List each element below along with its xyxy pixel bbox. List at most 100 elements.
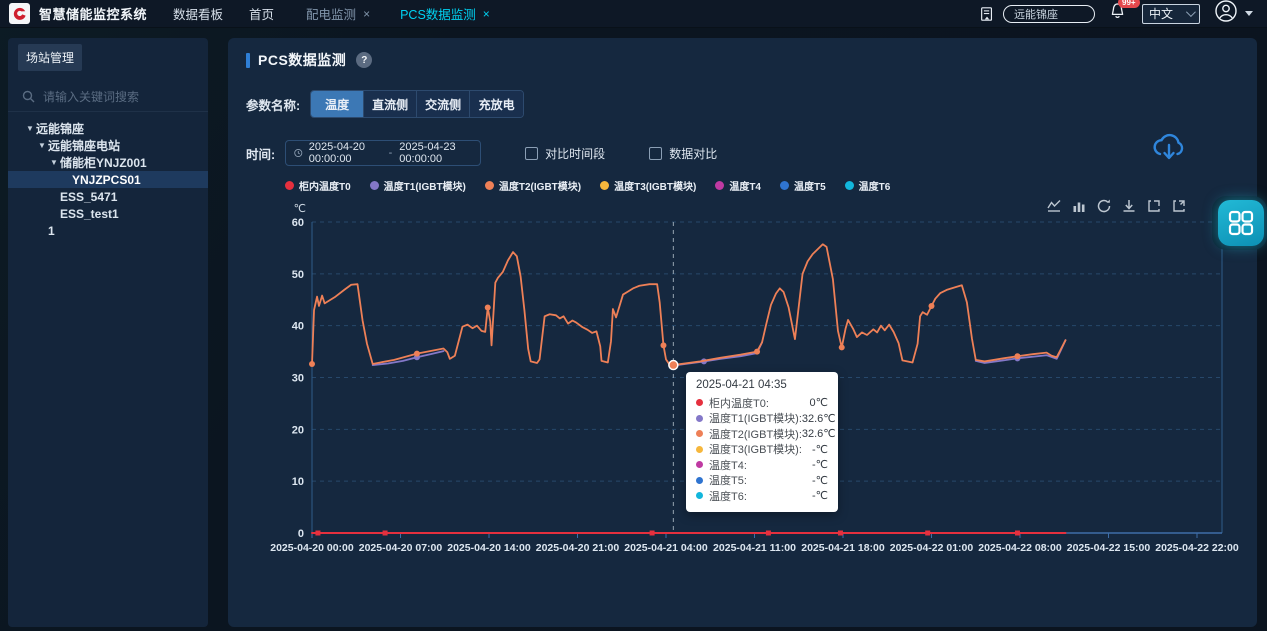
chevron-down-icon <box>1186 7 1196 17</box>
tree-node-远能锦座[interactable]: ▼远能锦座 <box>8 120 208 137</box>
notification-badge: 99+ <box>1118 0 1140 8</box>
tooltip-series-label: 温度T2(IGBT模块): <box>709 426 802 442</box>
legend-label: 温度T2(IGBT模块) <box>499 178 581 193</box>
param-button-温度[interactable]: 温度 <box>311 91 364 117</box>
tree-node-label: 远能锦座 <box>36 120 84 137</box>
tooltip-series-value: -℃ <box>812 443 828 456</box>
avatar-caret-icon[interactable] <box>1245 11 1253 16</box>
tooltip-series-label: 温度T5: <box>709 472 812 488</box>
tooltip-row: 温度T1(IGBT模块):32.6℃ <box>696 411 828 427</box>
param-button-交流侧[interactable]: 交流侧 <box>417 91 470 117</box>
tooltip-rows: 柜内温度T0:0℃温度T1(IGBT模块):32.6℃温度T2(IGBT模块):… <box>696 395 828 504</box>
page-header: PCS数据监测 ? <box>246 50 372 70</box>
date-start-value[interactable]: 2025-04-20 00:00:00 <box>309 141 382 165</box>
legend-item-温度T1(IGBT模块)[interactable]: 温度T1(IGBT模块) <box>370 178 466 193</box>
tree-node-ESS_5471[interactable]: ESS_5471 <box>8 188 208 205</box>
language-selector[interactable]: 中文 <box>1142 4 1200 24</box>
top-menu-item[interactable]: 数据看板 <box>173 4 223 23</box>
legend-item-柜内温度T0[interactable]: 柜内温度T0 <box>285 178 351 193</box>
report-icon[interactable] <box>979 6 995 22</box>
tooltip-dot-icon <box>696 492 703 499</box>
top-menu-item[interactable]: 首页 <box>249 4 274 23</box>
legend-label: 温度T6 <box>859 178 891 193</box>
tooltip-dot-icon <box>696 461 703 468</box>
tooltip-series-value: 32.6℃ <box>802 427 836 440</box>
legend-dot-icon <box>845 181 854 190</box>
notification-bell[interactable]: 99+ <box>1109 2 1126 25</box>
bar-chart-tool-icon[interactable] <box>1071 198 1087 214</box>
tooltip-timestamp: 2025-04-21 04:35 <box>696 379 828 391</box>
tooltip-series-label: 温度T4: <box>709 457 812 473</box>
tree-expand-icon[interactable]: ▼ <box>24 124 36 133</box>
tree-expand-icon[interactable]: ▼ <box>48 158 60 167</box>
app-window: 智慧储能监控系统 数据看板首页 配电监测×PCS数据监测× 99+ 中文 <box>0 0 1267 631</box>
legend-dot-icon <box>780 181 789 190</box>
zoom-reset-tool-icon[interactable] <box>1171 198 1187 214</box>
legend-item-温度T5[interactable]: 温度T5 <box>780 178 826 193</box>
app-grid-button[interactable] <box>1218 200 1264 246</box>
time-row: 时间: 2025-04-20 00:00:00 - 2025-04-23 00:… <box>246 140 717 166</box>
tab-close-icon[interactable]: × <box>483 9 490 19</box>
top-bar: 智慧储能监控系统 数据看板首页 配电监测×PCS数据监测× 99+ 中文 <box>0 0 1267 28</box>
tooltip-series-label: 温度T1(IGBT模块): <box>709 410 802 426</box>
tooltip-row: 温度T2(IGBT模块):32.6℃ <box>696 426 828 442</box>
station-tree: ▼远能锦座▼远能锦座电站▼储能柜YNJZ001YNJZPCS01ESS_5471… <box>8 120 208 239</box>
restore-tool-icon[interactable] <box>1096 198 1112 214</box>
tree-node-label: 储能柜YNJZ001 <box>60 154 147 171</box>
compare-period-checkbox[interactable]: 对比时间段 <box>525 145 605 162</box>
help-icon[interactable]: ? <box>356 52 372 68</box>
tooltip-dot-icon <box>696 430 703 437</box>
legend-dot-icon <box>285 181 294 190</box>
data-zoom-tool-icon[interactable] <box>1146 198 1162 214</box>
legend-label: 温度T1(IGBT模块) <box>384 178 466 193</box>
export-download-button[interactable] <box>1150 130 1188 169</box>
station-sidebar: 场站管理 ▼远能锦座▼远能锦座电站▼储能柜YNJZ001YNJZPCS01ESS… <box>8 38 208 627</box>
legend-label: 温度T5 <box>794 178 826 193</box>
data-compare-label: 数据对比 <box>669 145 717 162</box>
date-range-picker[interactable]: 2025-04-20 00:00:00 - 2025-04-23 00:00:0… <box>285 140 481 166</box>
param-button-直流侧[interactable]: 直流侧 <box>364 91 417 117</box>
tab-close-icon[interactable]: × <box>363 9 370 19</box>
save-image-tool-icon[interactable] <box>1121 198 1137 214</box>
tree-node-远能锦座电站[interactable]: ▼远能锦座电站 <box>8 137 208 154</box>
main-panel: PCS数据监测 ? 参数名称: 温度直流侧交流侧充放电 时间: 2025-04-… <box>228 38 1257 627</box>
open-tabs: 配电监测× PCS数据监测 × <box>306 4 490 23</box>
tree-node-ESS_test1[interactable]: ESS_test1 <box>8 205 208 222</box>
legend-dot-icon <box>715 181 724 190</box>
tooltip-row: 柜内温度T0:0℃ <box>696 395 828 411</box>
compare-period-label: 对比时间段 <box>545 145 605 162</box>
top-tab-label: PCS数据监测 <box>400 4 476 23</box>
top-tab[interactable]: PCS数据监测 × <box>400 4 490 23</box>
clock-icon <box>294 147 303 159</box>
sidebar-tab-station-management[interactable]: 场站管理 <box>18 44 82 71</box>
tree-expand-icon[interactable]: ▼ <box>36 141 48 150</box>
date-end-value[interactable]: 2025-04-23 00:00:00 <box>399 141 472 165</box>
line-chart-tool-icon[interactable] <box>1046 198 1062 214</box>
app-logo <box>9 3 30 24</box>
legend-item-温度T2(IGBT模块)[interactable]: 温度T2(IGBT模块) <box>485 178 581 193</box>
checkbox-icon[interactable] <box>525 147 538 160</box>
tooltip-series-value: 0℃ <box>810 396 828 409</box>
user-avatar[interactable] <box>1214 0 1238 28</box>
title-accent-bar <box>246 53 250 68</box>
date-separator: - <box>389 147 393 159</box>
tooltip-series-label: 柜内温度T0: <box>709 395 810 411</box>
tree-node-YNJZPCS01[interactable]: YNJZPCS01 <box>8 171 208 188</box>
tree-node-1[interactable]: 1 <box>8 222 208 239</box>
legend-item-温度T3(IGBT模块)[interactable]: 温度T3(IGBT模块) <box>600 178 696 193</box>
station-search-input[interactable] <box>1003 5 1095 23</box>
tree-node-label: ESS_5471 <box>60 190 117 204</box>
chart-tooltip: 2025-04-21 04:35 柜内温度T0:0℃温度T1(IGBT模块):3… <box>686 372 838 512</box>
tree-search-input[interactable] <box>43 90 193 104</box>
checkbox-icon[interactable] <box>649 147 662 160</box>
legend-item-温度T4[interactable]: 温度T4 <box>715 178 761 193</box>
tooltip-series-label: 温度T3(IGBT模块): <box>709 441 812 457</box>
tooltip-row: 温度T3(IGBT模块):-℃ <box>696 442 828 458</box>
tooltip-series-value: -℃ <box>812 458 828 471</box>
top-tab[interactable]: 配电监测× <box>306 4 370 23</box>
legend-item-温度T6[interactable]: 温度T6 <box>845 178 891 193</box>
tooltip-dot-icon <box>696 415 703 422</box>
param-button-充放电[interactable]: 充放电 <box>470 91 523 117</box>
tree-node-储能柜YNJZ001[interactable]: ▼储能柜YNJZ001 <box>8 154 208 171</box>
data-compare-checkbox[interactable]: 数据对比 <box>649 145 717 162</box>
